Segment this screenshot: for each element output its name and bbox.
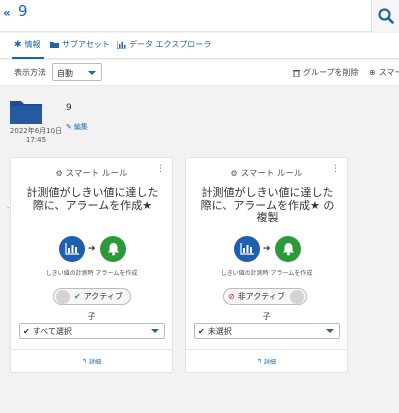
group-date: 2022年6月10日 17:45 bbox=[8, 127, 64, 145]
bar-chart-icon bbox=[117, 40, 126, 49]
flow-caption: しきい値の計測時 アラームを作成 bbox=[45, 270, 138, 277]
add-smart-rule-button[interactable]: ⊕ スマー bbox=[369, 67, 399, 78]
group-date-day: 2022年6月10日 bbox=[9, 127, 63, 135]
chevron-down-icon bbox=[88, 71, 96, 75]
tab-subassets[interactable]: サブアセット bbox=[50, 39, 110, 50]
card-title: 計測値がしきい値に達した際に、アラームを作成★ の複製 bbox=[200, 186, 335, 224]
alarm-bell-icon bbox=[100, 236, 126, 262]
back-icon[interactable]: « bbox=[3, 6, 11, 20]
add-smart-rule-label: スマー bbox=[378, 68, 399, 77]
arrow-right-icon: ➔ bbox=[263, 244, 271, 254]
rule-flow: ➔ bbox=[186, 236, 347, 262]
tab-data-explorer[interactable]: データ エクスプローラ bbox=[117, 39, 211, 50]
card-type-label: スマート ルール bbox=[65, 169, 128, 179]
smart-rule-icon: ⚙ bbox=[230, 168, 238, 178]
card-type-label: スマート ルール bbox=[240, 169, 303, 179]
search-icon bbox=[377, 8, 394, 24]
display-mode-select[interactable]: 自動 bbox=[52, 63, 102, 81]
status-toggle-inactive[interactable]: ⊘ 非アクティブ bbox=[223, 288, 307, 305]
divider bbox=[11, 349, 172, 350]
arrow-right-icon: ➔ bbox=[88, 244, 96, 254]
child-label: 子 bbox=[262, 312, 271, 321]
alarm-bell-icon bbox=[275, 236, 301, 262]
tab-info[interactable]: ✱ 情報 bbox=[14, 39, 41, 50]
toggle-text: ⊘ 非アクティブ bbox=[228, 291, 285, 302]
details-link[interactable]: ↰ 詳細 bbox=[186, 357, 347, 366]
plus-circle-icon: ⊕ bbox=[369, 68, 376, 77]
divider bbox=[186, 349, 347, 350]
check-icon: ✔ bbox=[74, 292, 81, 301]
details-label: 詳細 bbox=[264, 359, 277, 366]
folder-icon bbox=[50, 42, 59, 48]
pencil-icon: ✎ bbox=[66, 123, 72, 131]
tab-info-label: 情報 bbox=[24, 40, 41, 49]
child-select[interactable]: ✔ すべて選択 bbox=[19, 323, 165, 339]
card-type: ⚙ スマート ルール bbox=[186, 167, 347, 180]
check-icon: ✔ bbox=[198, 326, 205, 336]
flow-caption: しきい値の計測時 アラームを作成 bbox=[220, 270, 313, 277]
display-mode-label: 表示方法 bbox=[14, 68, 46, 77]
tab-bar: ✱ 情報 サブアセット データ エクスプローラ bbox=[0, 33, 399, 59]
search-button[interactable] bbox=[371, 0, 399, 32]
toolbar: 表示方法 自動 グループを削除 ⊕ スマー bbox=[0, 60, 399, 86]
delete-group-label: グループを削除 bbox=[303, 68, 359, 77]
toggle-knob bbox=[56, 289, 70, 304]
card-title: 計測値がしきい値に達した際に、アラームを作成★ bbox=[26, 186, 159, 212]
edit-button[interactable]: ✎ 編集 bbox=[66, 122, 88, 132]
child-select-value: すべて選択 bbox=[32, 326, 72, 336]
reply-arrow-icon: ↰ bbox=[81, 358, 87, 365]
edit-label: 編集 bbox=[73, 123, 88, 131]
more-options-icon[interactable]: ⋮ bbox=[156, 164, 165, 174]
toggle-knob bbox=[290, 289, 304, 304]
smart-rule-card: ⚙ スマート ルール ⋮ 計測値がしきい値に達した際に、アラームを作成★ ➔ し… bbox=[10, 157, 173, 373]
asterisk-icon: ✱ bbox=[14, 39, 22, 50]
stop-icon: ⊘ bbox=[228, 292, 235, 301]
smart-rule-icon: ⚙ bbox=[55, 168, 63, 178]
more-options-icon[interactable]: ⋮ bbox=[331, 164, 340, 174]
check-icon: ✔ bbox=[23, 326, 30, 336]
measurement-icon bbox=[234, 236, 260, 262]
group-date-time: 17:45 bbox=[25, 136, 47, 144]
card-type: ⚙ スマート ルール bbox=[11, 167, 172, 180]
top-bar: « 9 bbox=[0, 0, 399, 32]
folder-icon bbox=[10, 101, 42, 124]
page-title: 9 bbox=[18, 2, 28, 20]
measurement-icon bbox=[59, 236, 85, 262]
tab-subassets-label: サブアセット bbox=[62, 40, 110, 49]
trash-icon bbox=[293, 69, 300, 77]
tab-data-explorer-label: データ エクスプローラ bbox=[129, 40, 212, 49]
active-tab-indicator bbox=[12, 57, 44, 59]
delete-group-button[interactable]: グループを削除 bbox=[293, 67, 359, 78]
group-name: 9 bbox=[66, 103, 72, 113]
reply-arrow-icon: ↰ bbox=[256, 358, 262, 365]
details-link[interactable]: ↰ 詳細 bbox=[11, 357, 172, 366]
chevron-down-icon bbox=[151, 329, 159, 333]
status-label: 非アクティブ bbox=[237, 292, 285, 301]
details-label: 詳細 bbox=[89, 359, 102, 366]
child-select[interactable]: ✔ 未選択 bbox=[194, 323, 340, 339]
status-toggle-active[interactable]: ✔ アクティブ bbox=[53, 288, 131, 305]
child-label: 子 bbox=[87, 312, 96, 321]
status-label: アクティブ bbox=[83, 292, 123, 301]
chevron-down-icon bbox=[326, 329, 334, 333]
child-select-value: 未選択 bbox=[207, 326, 232, 336]
rule-flow: ➔ bbox=[11, 236, 172, 262]
toggle-text: ✔ アクティブ bbox=[74, 291, 123, 302]
display-mode-value: 自動 bbox=[57, 69, 73, 78]
smart-rule-card: ⚙ スマート ルール ⋮ 計測値がしきい値に達した際に、アラームを作成★ の複製… bbox=[185, 157, 348, 373]
